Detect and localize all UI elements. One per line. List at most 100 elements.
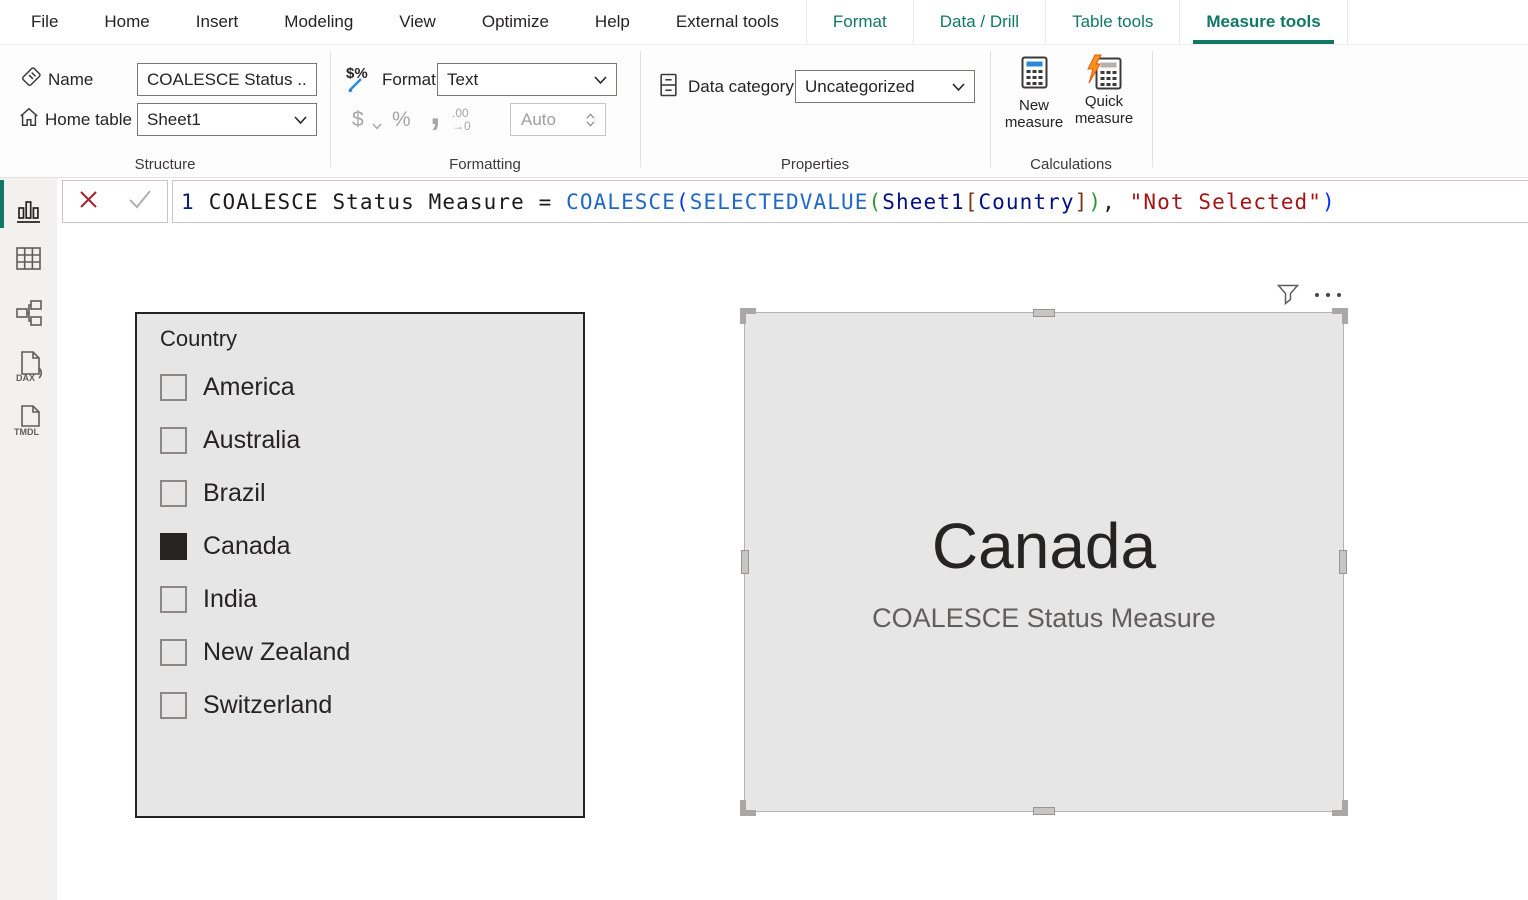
slicer-item-india[interactable]: India xyxy=(137,573,583,626)
menu-item-optimize[interactable]: Optimize xyxy=(459,0,572,44)
formula-token: COALESCE xyxy=(566,190,676,214)
menu-item-file[interactable]: File xyxy=(8,0,81,44)
menu-item-help[interactable]: Help xyxy=(572,0,653,44)
resize-handle-bottom-left[interactable] xyxy=(740,800,756,816)
sidebar-item-model-view[interactable] xyxy=(0,292,57,338)
group-label-structure: Structure xyxy=(0,156,330,173)
slicer-item-canada[interactable]: Canada xyxy=(137,520,583,573)
report-view-icon xyxy=(15,197,42,229)
format-icon: $% xyxy=(346,67,378,97)
currency-format-button[interactable]: $ xyxy=(352,103,364,136)
svg-text:TMDL: TMDL xyxy=(14,427,39,437)
formula-token: ) xyxy=(1088,190,1102,214)
sidebar-item-tmdl-view[interactable]: TMDL xyxy=(0,400,57,446)
sidebar-item-report-view[interactable] xyxy=(0,190,57,236)
contextual-tabs: FormatData / DrillTable toolsMeasure too… xyxy=(806,0,1348,44)
menu-item-external-tools[interactable]: External tools xyxy=(653,0,802,44)
card-measure-label: COALESCE Status Measure xyxy=(745,603,1343,634)
spinner-icons[interactable] xyxy=(586,113,595,127)
slicer-items: America Australia Brazil Canada India New Zea… xyxy=(137,361,583,732)
formula-line-number: 1 xyxy=(181,190,195,214)
commit-formula-button[interactable] xyxy=(128,189,152,214)
menu-item-insert[interactable]: Insert xyxy=(173,0,262,44)
dax-query-view-icon: DAX xyxy=(14,350,44,388)
formula-token: Sheet1 xyxy=(882,190,964,214)
slicer-item-australia[interactable]: Australia xyxy=(137,414,583,467)
decimal-places-stepper[interactable]: .00 →0 xyxy=(452,103,484,136)
checkbox-switzerland[interactable] xyxy=(160,692,187,719)
dax-formula-input[interactable]: 1 COALESCE Status Measure = COALESCE(SEL… xyxy=(172,180,1528,223)
sidebar-item-table-view[interactable] xyxy=(0,238,57,284)
view-rail: DAX TMDL xyxy=(0,178,57,900)
home-table-label: Home table xyxy=(45,103,132,136)
card-visual[interactable]: Canada COALESCE Status Measure xyxy=(744,312,1344,812)
data-category-dropdown[interactable]: Uncategorized xyxy=(795,70,975,103)
thousands-separator-button[interactable]: , xyxy=(430,93,441,131)
resize-handle-top[interactable] xyxy=(1033,309,1055,317)
menu-item-home[interactable]: Home xyxy=(81,0,172,44)
new-measure-calculator-icon xyxy=(1021,56,1048,94)
ribbon-separator xyxy=(990,51,991,167)
slicer-item-america[interactable]: America xyxy=(137,361,583,414)
slicer-item-label: Switzerland xyxy=(203,691,332,720)
quick-measure-button[interactable]: Quick measure xyxy=(1068,56,1140,127)
formula-token: [ xyxy=(965,190,979,214)
filter-funnel-icon[interactable] xyxy=(1277,284,1299,310)
formula-token: "Not Selected" xyxy=(1130,190,1322,214)
menubar: FileHomeInsertModelingViewOptimizeHelpEx… xyxy=(0,0,1528,45)
resize-handle-top-left[interactable] xyxy=(740,308,756,324)
checkbox-new-zealand[interactable] xyxy=(160,639,187,666)
checkbox-india[interactable] xyxy=(160,586,187,613)
checkbox-canada[interactable] xyxy=(160,533,187,560)
resize-handle-top-right[interactable] xyxy=(1332,308,1348,324)
data-category-label: Data category xyxy=(688,70,794,103)
resize-handle-bottom-right[interactable] xyxy=(1332,800,1348,816)
percent-format-button[interactable]: % xyxy=(392,103,411,136)
formula-token: SELECTEDVALUE xyxy=(690,190,869,214)
formula-text: COALESCE Status Measure = COALESCE(SELEC… xyxy=(209,190,1336,214)
report-canvas[interactable]: Country AmericaAustraliaBrazilCanadaIndi… xyxy=(57,224,1528,900)
format-dropdown[interactable]: Text xyxy=(437,63,617,96)
measure-name-input[interactable] xyxy=(137,63,317,96)
new-measure-label: New measure xyxy=(1000,97,1068,131)
formula-token: ( xyxy=(676,190,690,214)
slicer-item-brazil[interactable]: Brazil xyxy=(137,467,583,520)
home-table-dropdown[interactable]: Sheet1 xyxy=(137,103,317,136)
menu-item-view[interactable]: View xyxy=(376,0,459,44)
formula-actions xyxy=(62,180,168,223)
slicer-item-new-zealand[interactable]: New Zealand xyxy=(137,626,583,679)
formula-token: , xyxy=(1102,190,1130,214)
slicer-item-switzerland[interactable]: Switzerland xyxy=(137,679,583,732)
home-icon xyxy=(18,106,40,133)
menu-item-modeling[interactable]: Modeling xyxy=(261,0,376,44)
tab-data-drill[interactable]: Data / Drill xyxy=(913,0,1045,44)
slicer-item-label: India xyxy=(203,585,257,614)
decimal-bottom: →0 xyxy=(452,119,471,133)
checkbox-america[interactable] xyxy=(160,374,187,401)
ribbon-separator xyxy=(330,51,331,167)
formula-token: = xyxy=(539,190,567,214)
table-view-icon xyxy=(15,246,42,276)
model-view-icon xyxy=(15,299,43,332)
cancel-formula-button[interactable] xyxy=(78,189,99,215)
decimal-auto-input[interactable]: Auto xyxy=(510,103,606,136)
formula-token: ] xyxy=(1075,190,1089,214)
chevron-down-icon xyxy=(294,110,307,130)
slicer-item-label: Canada xyxy=(203,532,291,561)
tab-measure-tools[interactable]: Measure tools xyxy=(1179,0,1347,44)
country-slicer-visual[interactable]: Country AmericaAustraliaBrazilCanadaIndi… xyxy=(135,312,585,818)
checkbox-australia[interactable] xyxy=(160,427,187,454)
slicer-item-label: Australia xyxy=(203,426,300,455)
tag-icon xyxy=(20,66,42,93)
resize-handle-bottom[interactable] xyxy=(1033,807,1055,815)
more-options-icon[interactable] xyxy=(1315,293,1341,297)
tab-table-tools[interactable]: Table tools xyxy=(1045,0,1179,44)
slicer-item-label: Brazil xyxy=(203,479,266,508)
sidebar-item-dax-query-view[interactable]: DAX xyxy=(0,346,57,392)
checkbox-brazil[interactable] xyxy=(160,480,187,507)
group-label-formatting: Formatting xyxy=(330,156,640,173)
tab-format[interactable]: Format xyxy=(806,0,913,44)
chevron-down-icon[interactable] xyxy=(372,117,382,135)
new-measure-button[interactable]: New measure xyxy=(1000,56,1068,131)
lightning-bolt-icon xyxy=(1085,54,1105,84)
